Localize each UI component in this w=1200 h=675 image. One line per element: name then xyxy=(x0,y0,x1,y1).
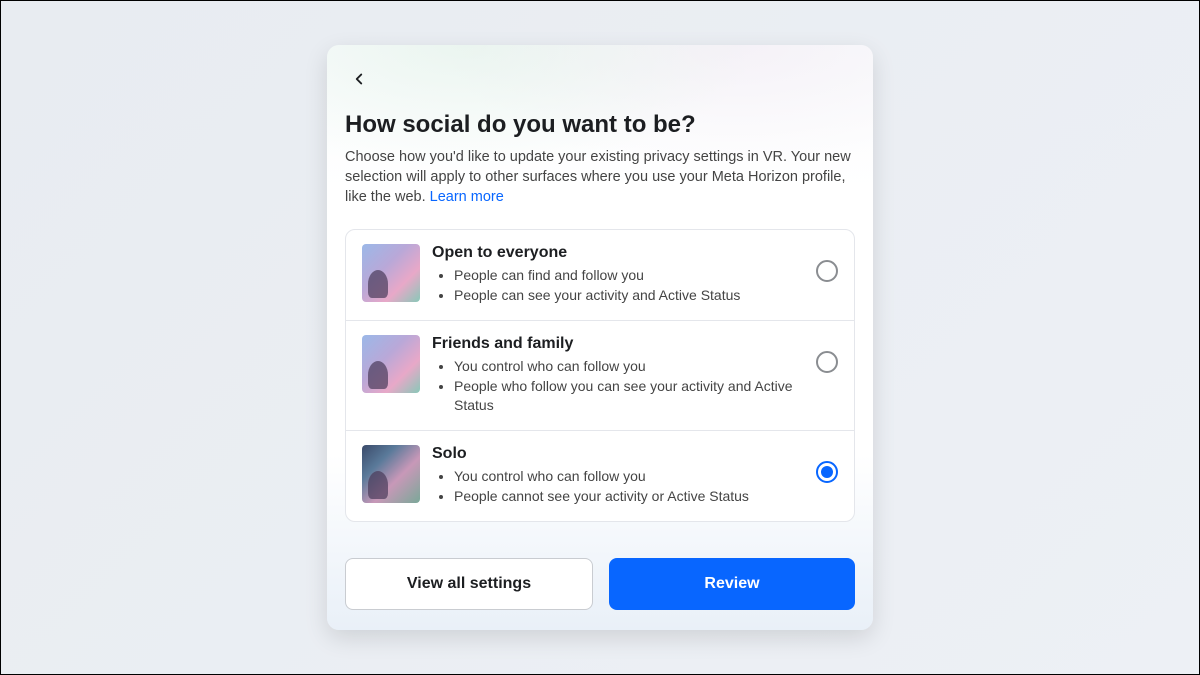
option-solo[interactable]: Solo You control who can follow you Peop… xyxy=(346,431,854,521)
option-thumbnail xyxy=(362,244,420,302)
option-bullet: You control who can follow you xyxy=(454,357,804,376)
view-all-settings-button[interactable]: View all settings xyxy=(345,558,593,610)
privacy-options-list: Open to everyone People can find and fol… xyxy=(345,229,855,521)
option-bullets: You control who can follow you People wh… xyxy=(432,357,804,415)
option-thumbnail xyxy=(362,445,420,503)
description-text: Choose how you'd like to update your exi… xyxy=(345,149,851,205)
option-bullet: People who follow you can see your activ… xyxy=(454,377,804,415)
option-bullet: People cannot see your activity or Activ… xyxy=(454,487,804,506)
review-button[interactable]: Review xyxy=(609,558,855,610)
option-thumbnail xyxy=(362,335,420,393)
option-title: Solo xyxy=(432,445,804,463)
chevron-left-icon xyxy=(350,70,368,88)
page-title: How social do you want to be? xyxy=(345,111,855,139)
privacy-social-card: How social do you want to be? Choose how… xyxy=(327,45,873,629)
radio-button[interactable] xyxy=(816,351,838,373)
option-body: Solo You control who can follow you Peop… xyxy=(432,445,804,507)
option-bullets: You control who can follow you People ca… xyxy=(432,467,804,506)
option-title: Friends and family xyxy=(432,335,804,353)
footer-actions: View all settings Review xyxy=(345,558,855,610)
option-bullet: People can find and follow you xyxy=(454,266,804,285)
option-body: Friends and family You control who can f… xyxy=(432,335,804,416)
learn-more-link[interactable]: Learn more xyxy=(430,189,504,205)
option-bullet: You control who can follow you xyxy=(454,467,804,486)
option-open-to-everyone[interactable]: Open to everyone People can find and fol… xyxy=(346,230,854,321)
page-description: Choose how you'd like to update your exi… xyxy=(345,147,855,207)
option-bullets: People can find and follow you People ca… xyxy=(432,266,804,305)
option-bullet: People can see your activity and Active … xyxy=(454,286,804,305)
option-body: Open to everyone People can find and fol… xyxy=(432,244,804,306)
radio-button[interactable] xyxy=(816,260,838,282)
back-button[interactable] xyxy=(345,65,373,93)
option-friends-and-family[interactable]: Friends and family You control who can f… xyxy=(346,321,854,431)
radio-button[interactable] xyxy=(816,461,838,483)
option-title: Open to everyone xyxy=(432,244,804,262)
